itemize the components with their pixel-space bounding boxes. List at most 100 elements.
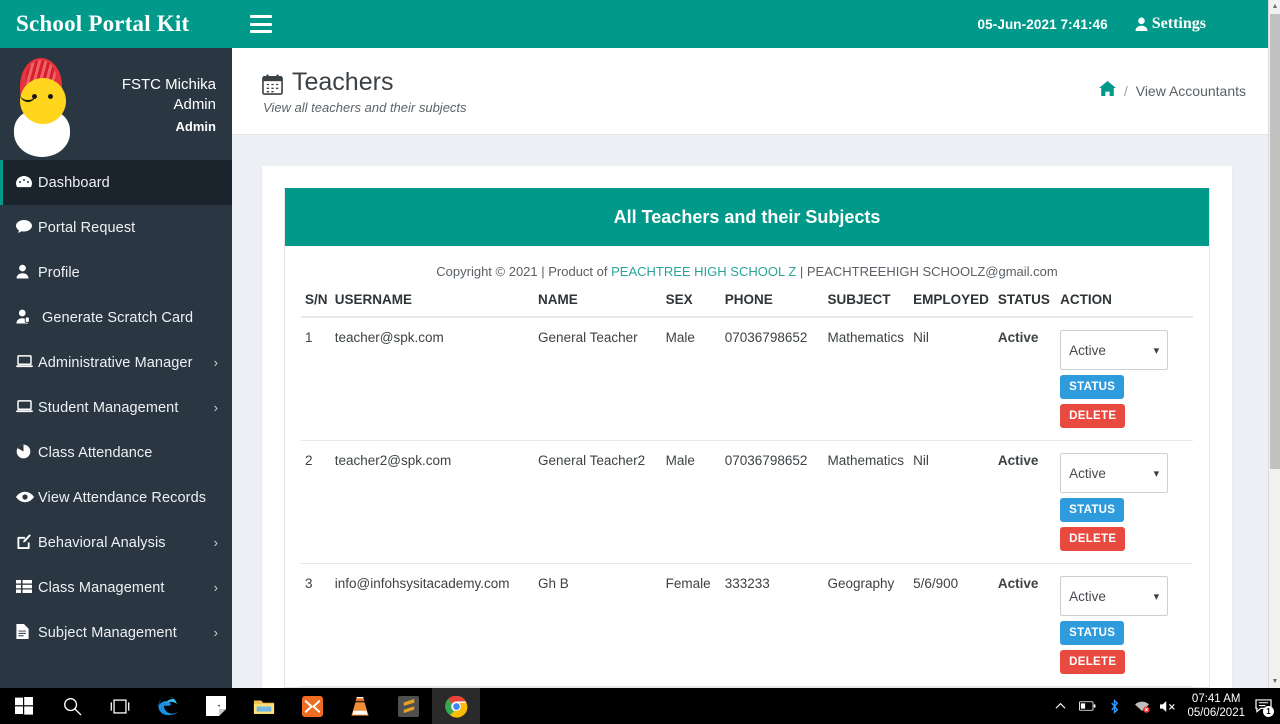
scroll-down-arrow-icon[interactable]: ▼ <box>1269 675 1280 688</box>
cell-action: Active ▾ STATUS DELETE <box>1060 563 1193 687</box>
table-header: S/N USERNAME NAME SEX PHONE SUBJECT EMPL… <box>301 292 1193 318</box>
sidebar-item-behavioral-analysis[interactable]: Behavioral Analysis › <box>0 520 232 565</box>
windows-start-icon[interactable] <box>0 688 48 724</box>
status-button[interactable]: STATUS <box>1060 498 1125 522</box>
sidebar-item-view-attendance-records[interactable]: View Attendance Records <box>0 475 232 520</box>
breadcrumb-current[interactable]: View Accountants <box>1136 83 1246 99</box>
sidebar-item-generate-scratch-card[interactable]: Generate Scratch Card <box>0 295 232 340</box>
vlc-icon[interactable] <box>336 688 384 724</box>
cell-action: Active ▾ STATUS DELETE <box>1060 317 1193 441</box>
taskbar-time: 07:41 AM <box>1191 693 1241 705</box>
xampp-icon[interactable] <box>288 688 336 724</box>
eye-icon <box>16 491 38 505</box>
teachers-panel: All Teachers and their Subjects Copyrigh… <box>284 188 1210 688</box>
content-card: All Teachers and their Subjects Copyrigh… <box>262 166 1232 688</box>
cell-subject: Geography <box>827 563 914 687</box>
table-row: 3 info@infohsysitacademy.com Gh B Female… <box>301 563 1193 687</box>
home-icon[interactable] <box>1098 81 1116 101</box>
cell-phone: 07036798652 <box>724 317 828 441</box>
sidebar-item-portal-request[interactable]: Portal Request <box>0 205 232 250</box>
edit-square-icon <box>16 534 38 551</box>
page-title-text: Teachers <box>292 68 394 96</box>
sidebar-item-subject-management[interactable]: Subject Management › <box>0 610 232 655</box>
copyright-line: Copyright © 2021 | Product of PEACHTREE … <box>301 246 1193 292</box>
chevron-up-icon[interactable] <box>1052 702 1069 710</box>
sidebar-item-label: Generate Scratch Card <box>42 309 194 326</box>
table-list-icon <box>16 580 38 595</box>
sidebar-item-label: Subject Management <box>38 624 177 641</box>
system-tray: 07:41 AM 05/06/2021 1 <box>1052 692 1280 720</box>
status-select[interactable]: Active ▾ <box>1060 453 1169 493</box>
file-explorer-icon[interactable] <box>240 688 288 724</box>
column-header-employed: EMPLOYED <box>913 292 998 318</box>
column-header-action: ACTION <box>1060 292 1193 318</box>
taskbar-clock[interactable]: 07:41 AM 05/06/2021 <box>1187 692 1245 720</box>
notification-icon[interactable]: 1 <box>1255 698 1274 717</box>
sidebar-item-label: Administrative Manager <box>38 354 193 371</box>
file-text-icon <box>16 624 38 641</box>
sidebar-user-panel[interactable]: FSTC Michika Admin Admin <box>0 48 232 160</box>
column-header-sex: SEX <box>665 292 725 318</box>
battery-icon[interactable] <box>1079 701 1096 711</box>
chevron-down-icon: ▾ <box>1153 590 1160 603</box>
top-navbar: School Portal Kit 05-Jun-2021 7:41:46 Se… <box>0 0 1268 48</box>
edge-browser-icon[interactable] <box>144 688 192 724</box>
column-header-status: STATUS <box>997 292 1061 318</box>
sublime-text-icon[interactable] <box>384 688 432 724</box>
copyright-prefix: Copyright © 2021 | Product of <box>436 264 612 279</box>
delete-button[interactable]: DELETE <box>1060 404 1126 428</box>
notification-badge: 1 <box>1263 705 1274 717</box>
bluetooth-icon[interactable] <box>1106 698 1123 714</box>
sidebar-item-label: Student Management <box>38 399 179 416</box>
chevron-down-icon: ▾ <box>1153 467 1160 480</box>
sidebar-item-label: Portal Request <box>38 219 136 236</box>
topbar-right: 05-Jun-2021 7:41:46 Settings <box>978 15 1268 33</box>
scrollbar-thumb[interactable] <box>1270 14 1280 469</box>
chevron-down-icon: ▾ <box>1153 344 1160 357</box>
status-button[interactable]: STATUS <box>1060 621 1125 645</box>
status-button[interactable]: STATUS <box>1060 375 1125 399</box>
cell-name: General Teacher <box>538 317 666 441</box>
search-icon[interactable] <box>48 688 96 724</box>
table-header-row: S/N USERNAME NAME SEX PHONE SUBJECT EMPL… <box>301 292 1193 318</box>
sidebar-item-dashboard[interactable]: Dashboard <box>0 160 232 205</box>
volume-muted-icon[interactable] <box>1160 700 1177 713</box>
copyright-school-link[interactable]: PEACHTREE HIGH SCHOOL Z <box>611 264 796 279</box>
column-header-name: NAME <box>538 292 666 318</box>
column-header-subject: SUBJECT <box>827 292 914 318</box>
status-select[interactable]: Active ▾ <box>1060 576 1169 616</box>
content-header: Teachers View all teachers and their sub… <box>232 48 1268 135</box>
sidebar-item-student-management[interactable]: Student Management › <box>0 385 232 430</box>
breadcrumb: / View Accountants <box>1098 81 1246 101</box>
sidebar-item-class-attendance[interactable]: Class Attendance <box>0 430 232 475</box>
scroll-up-arrow-icon[interactable]: ▲ <box>1269 0 1280 13</box>
cell-name: Gh B <box>538 563 666 687</box>
app-brand[interactable]: School Portal Kit <box>0 0 232 48</box>
delete-button[interactable]: DELETE <box>1060 650 1126 674</box>
sidebar-user-role: Admin <box>175 118 216 134</box>
cell-employed: Nil <box>913 440 998 564</box>
sidebar: FSTC Michika Admin Admin Dashboard Porta… <box>0 48 232 688</box>
page-scrollbar[interactable]: ▲ ▼ <box>1268 0 1280 688</box>
sidebar-item-class-management[interactable]: Class Management › <box>0 565 232 610</box>
calendar-icon <box>262 72 283 95</box>
network-error-icon[interactable] <box>1133 700 1150 713</box>
cell-username: teacher2@spk.com <box>334 440 539 564</box>
sidebar-item-administrative-manager[interactable]: Administrative Manager › <box>0 340 232 385</box>
sidebar-item-profile[interactable]: Profile <box>0 250 232 295</box>
cell-sn: 2 <box>301 440 335 564</box>
pie-chart-icon <box>16 444 38 461</box>
sticky-notes-icon[interactable] <box>192 688 240 724</box>
settings-label: Settings <box>1151 15 1206 32</box>
hamburger-menu-icon[interactable] <box>250 15 272 33</box>
task-view-icon[interactable] <box>96 688 144 724</box>
delete-button[interactable]: DELETE <box>1060 527 1126 551</box>
settings-button[interactable]: Settings <box>1134 15 1206 33</box>
cell-name: General Teacher2 <box>538 440 666 564</box>
screen: School Portal Kit 05-Jun-2021 7:41:46 Se… <box>0 0 1280 724</box>
cell-username: teacher@spk.com <box>334 317 539 441</box>
cell-action: Active ▾ STATUS DELETE <box>1060 440 1193 564</box>
status-select[interactable]: Active ▾ <box>1060 330 1169 370</box>
chrome-browser-icon[interactable] <box>432 688 480 724</box>
status-badge: Active <box>997 563 1061 687</box>
